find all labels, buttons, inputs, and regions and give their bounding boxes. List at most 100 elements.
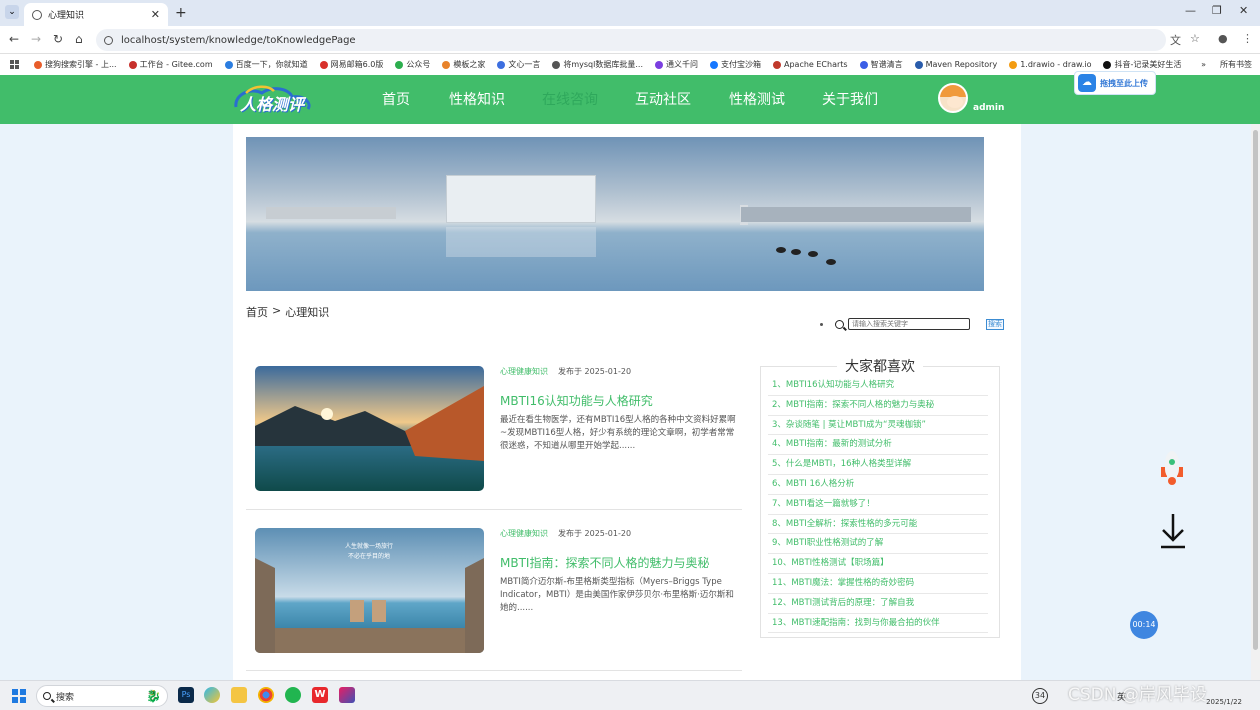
popular-item[interactable]: 12、MBTI测试背后的原理：了解自我 (768, 594, 988, 614)
avatar[interactable] (938, 83, 968, 113)
nav-home[interactable]: 首页 (382, 89, 410, 109)
wechat-icon[interactable] (285, 687, 301, 703)
all-bookmarks-folder[interactable]: 所有书签 (1220, 59, 1252, 70)
bookmark-item[interactable]: 支付宝沙箱 (709, 59, 761, 70)
popular-item[interactable]: 10、MBTI性格测试【职场篇】 (768, 554, 988, 574)
bookmark-favicon-icon (34, 60, 42, 69)
bookmark-item[interactable]: 百度一下，你就知道 (224, 59, 308, 70)
search-icon (835, 319, 844, 329)
popular-item[interactable]: 8、MBTI全解析：探索性格的多元可能 (768, 515, 988, 535)
article-title[interactable]: MBTI指南：探索不同人格的魅力与奥秘 (500, 554, 740, 571)
menu-icon[interactable]: ⋮ (1242, 32, 1253, 45)
more-bookmarks-icon[interactable]: » (1201, 60, 1206, 69)
bookmark-item[interactable]: 抖音-记录美好生活 (1103, 59, 1181, 70)
windows-start-icon[interactable] (12, 689, 26, 703)
bookmark-favicon-icon (497, 60, 506, 69)
bookmark-item[interactable]: Maven Repository (914, 60, 997, 69)
jetbrains-icon[interactable] (339, 687, 355, 703)
drag-upload-widget[interactable]: ☁ 拖拽至此上传 (1074, 71, 1156, 95)
breadcrumb-home[interactable]: 首页 (246, 304, 268, 320)
url-input[interactable]: localhost/system/knowledge/toKnowledgePa… (96, 29, 1166, 51)
page-scrollbar[interactable] (1251, 124, 1260, 680)
tab-search-button[interactable]: ⌄ (5, 5, 19, 19)
close-tab-icon[interactable]: ✕ (151, 8, 160, 21)
folder-icon[interactable] (231, 687, 247, 703)
bookmark-item[interactable]: 1.drawio - draw.io (1009, 60, 1091, 69)
nav-consult[interactable]: 在线咨询 (542, 89, 598, 109)
search-button[interactable]: 搜索 (986, 318, 1004, 330)
article-title[interactable]: MBTI16认知功能与人格研究 (500, 392, 740, 409)
bookmark-favicon-icon (1009, 60, 1018, 69)
notification-badge[interactable]: 34 (1032, 688, 1048, 704)
popular-item[interactable]: 13、MBTI速配指南：找到与你最合拍的伙伴 (768, 614, 988, 634)
address-bar-row: ← → ↻ ⌂ localhost/system/knowledge/toKno… (0, 26, 1260, 54)
username[interactable]: admin (973, 103, 1004, 113)
taskbar-search[interactable]: 搜索 🐉 (36, 685, 168, 707)
bookmark-item[interactable]: 文心一言 (497, 59, 540, 70)
restore-button[interactable]: ❐ (1212, 4, 1222, 17)
nav-knowledge[interactable]: 性格知识 (449, 89, 505, 109)
nav-community[interactable]: 互动社区 (635, 89, 691, 109)
download-arrow-icon[interactable] (1160, 512, 1186, 550)
popular-item[interactable]: 11、MBTI魔法：掌握性格的奇妙密码 (768, 574, 988, 594)
translate-icon[interactable]: 文 (1170, 32, 1181, 48)
back-button[interactable]: ← (9, 32, 19, 46)
bookmark-favicon-icon (395, 60, 404, 69)
bookmark-item[interactable]: 搜狗搜索引擎 - 上... (34, 59, 117, 70)
article-thumbnail[interactable]: 人生就像一场旅行 不必在乎目的地 (255, 528, 484, 653)
profile-icon[interactable]: ● (1218, 32, 1228, 45)
apps-icon[interactable] (10, 59, 20, 70)
rocket-icon[interactable] (1156, 449, 1188, 489)
site-info-icon[interactable] (104, 35, 113, 45)
search-input[interactable] (848, 318, 970, 330)
photoshop-icon[interactable]: Ps (178, 687, 194, 703)
bookmark-label: 智谱清言 (870, 60, 903, 69)
bookmark-item[interactable]: 将mysql数据库批量... (552, 59, 643, 70)
bookmark-item[interactable]: 工作台 - Gitee.com (128, 59, 213, 70)
popular-item[interactable]: 1、MBTI16认知功能与人格研究 (768, 376, 988, 396)
browser-tab[interactable]: 心理知识 ✕ (24, 3, 168, 26)
close-window-button[interactable]: ✕ (1239, 4, 1248, 17)
bookmark-label: 公众号 (406, 60, 431, 69)
bookmark-item[interactable]: 通义千问 (654, 59, 698, 70)
bookmark-label: 工作台 - Gitee.com (139, 60, 213, 69)
scrollbar-thumb[interactable] (1253, 130, 1258, 650)
dragon-icon: 🐉 (146, 689, 161, 703)
minimize-button[interactable]: — (1185, 4, 1196, 17)
upload-label: 拖拽至此上传 (1100, 78, 1148, 88)
new-tab-button[interactable]: + (175, 5, 187, 21)
popular-item[interactable]: 6、MBTI 16人格分析 (768, 475, 988, 495)
nav-test[interactable]: 性格测试 (729, 89, 785, 109)
bookmark-favicon-icon (654, 60, 663, 69)
popular-item[interactable]: 3、杂谈随笔 | 莫让MBTI成为“灵魂枷锁” (768, 416, 988, 436)
browser-icon[interactable] (204, 687, 220, 703)
article-category[interactable]: 心理健康知识 (500, 366, 548, 377)
logo-text[interactable]: 人格测评 (240, 91, 304, 115)
divider (246, 670, 742, 671)
popular-item[interactable]: 5、什么是MBTI，16种人格类型详解 (768, 455, 988, 475)
article-date: 发布于 2025-01-20 (558, 367, 632, 376)
nav-about[interactable]: 关于我们 (822, 89, 878, 109)
popular-item[interactable]: 7、MBTI看这一篇就够了！ (768, 495, 988, 515)
wps-icon[interactable]: W (312, 687, 328, 703)
reload-button[interactable]: ↻ (53, 32, 63, 46)
bookmark-item[interactable]: 网易邮箱6.0版 (319, 59, 383, 70)
bookmark-item[interactable]: 模板之家 (442, 59, 485, 70)
bookmark-favicon-icon (442, 60, 451, 69)
article-card[interactable]: 心理健康知识 发布于 2025-01-20 MBTI16认知功能与人格研究 最近… (246, 366, 742, 516)
article-category[interactable]: 心理健康知识 (500, 528, 548, 539)
home-button[interactable]: ⌂ (75, 32, 83, 46)
article-thumbnail[interactable] (255, 366, 484, 491)
forward-button[interactable]: → (31, 32, 41, 46)
article-card[interactable]: 人生就像一场旅行 不必在乎目的地 心理健康知识 发布于 2025-01-20 M… (246, 528, 742, 678)
popular-item[interactable]: 2、MBTI指南：探索不同人格的魅力与奥秘 (768, 396, 988, 416)
chrome-icon[interactable] (258, 687, 274, 703)
timer-badge[interactable]: 00:14 (1130, 611, 1158, 639)
popular-item[interactable]: 4、MBTI指南：最新的测试分析 (768, 435, 988, 456)
bookmark-star-icon[interactable]: ☆ (1190, 32, 1200, 45)
bookmark-item[interactable]: Apache ECharts (772, 60, 848, 69)
popular-item[interactable]: 9、MBTI职业性格测试的了解 (768, 534, 988, 555)
bookmark-item[interactable]: 智谱清言 (859, 59, 903, 70)
globe-icon (32, 9, 42, 20)
bookmark-item[interactable]: 公众号 (395, 59, 430, 70)
